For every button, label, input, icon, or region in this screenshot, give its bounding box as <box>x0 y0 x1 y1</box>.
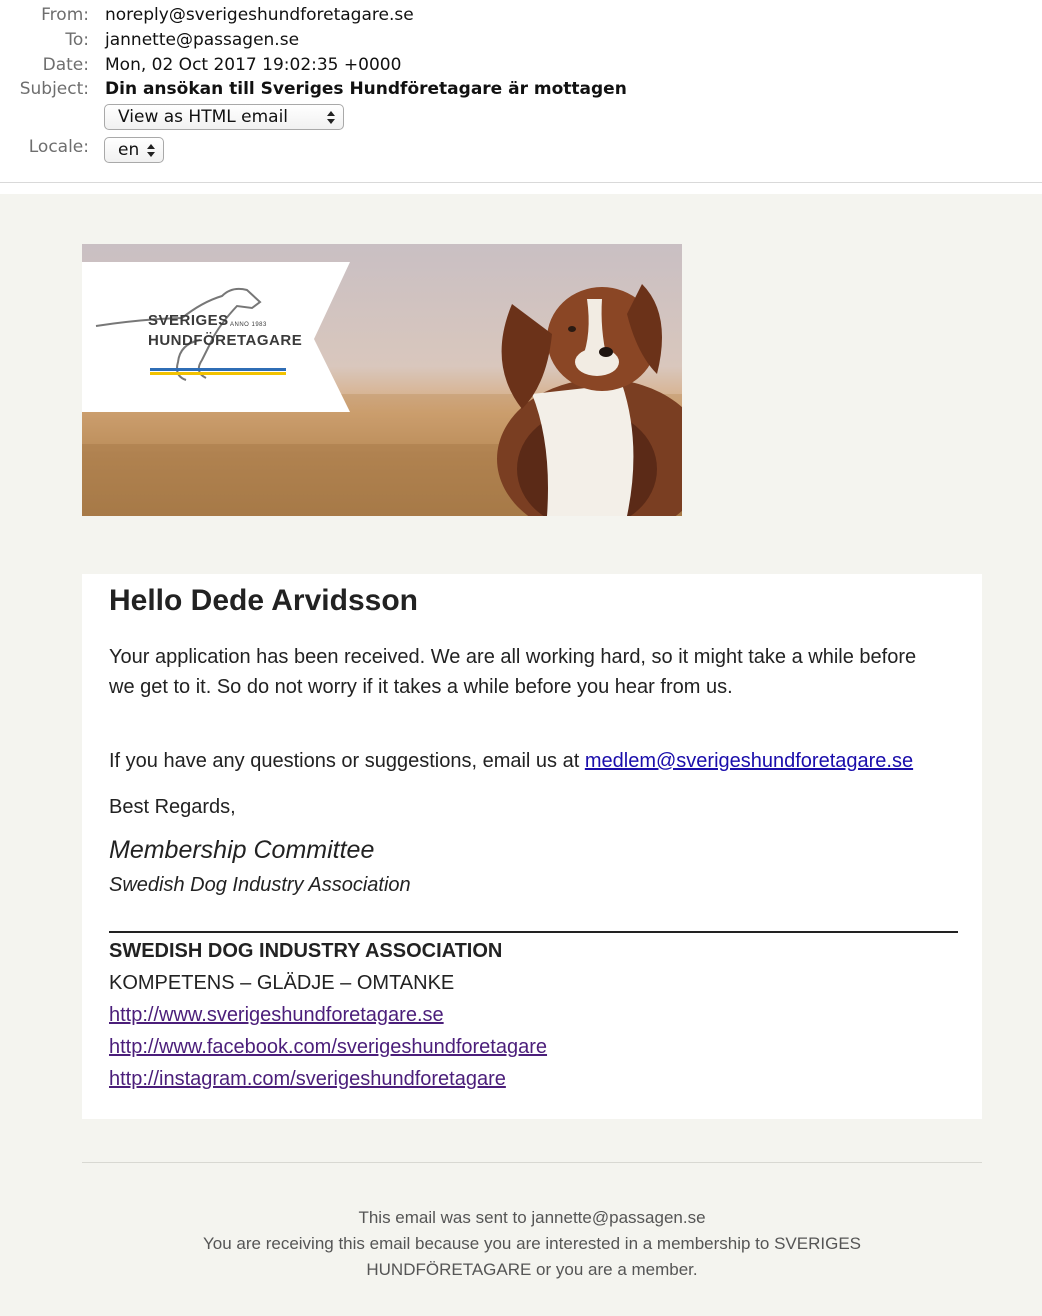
greeting-heading: Hello Dede Arvidsson <box>109 584 418 617</box>
logo-anno: ANNO 1983 <box>230 322 267 328</box>
email-body-background: SVERIGES ANNO 1983 HUNDFÖRETAGARE Hello … <box>0 194 1042 1316</box>
application-received-text: Your application has been received. We a… <box>109 646 917 698</box>
view-mode-select[interactable]: View as HTML email <box>104 104 344 130</box>
signature-divider <box>109 931 958 933</box>
message-card: Hello Dede Arvidsson Your application ha… <box>82 574 982 1119</box>
locale-select[interactable]: en <box>104 137 164 163</box>
org-tagline: KOMPETENS – GLÄDJE – OMTANKE <box>109 972 455 994</box>
footer-reason: You are receiving this email because you… <box>203 1234 861 1279</box>
questions-prefix: If you have any questions or suggestions… <box>109 750 585 772</box>
date-row: Date: Mon, 02 Oct 2017 19:02:35 +0000 <box>0 55 1042 79</box>
to-value: jannette@passagen.se <box>105 30 300 50</box>
org-title: SWEDISH DOG INDUSTRY ASSOCIATION <box>109 940 503 962</box>
select-arrows-icon <box>147 141 155 159</box>
website-link[interactable]: http://www.sverigeshundforetagare.se <box>109 1004 444 1027</box>
signature-name: Membership Committee <box>109 836 375 864</box>
email-headers: From: noreply@sverigeshundforetagare.se … <box>0 0 1042 183</box>
date-label: Date: <box>42 55 89 75</box>
questions-text: If you have any questions or suggestions… <box>109 746 929 776</box>
select-arrows-icon <box>327 108 335 126</box>
signature-org: Swedish Dog Industry Association <box>109 874 411 896</box>
view-mode-value: View as HTML email <box>118 107 289 127</box>
contact-email-link[interactable]: medlem@sverigeshundforetagare.se <box>585 750 913 772</box>
footer-sent-to: This email was sent to jannette@passagen… <box>358 1208 706 1227</box>
to-row: To: jannette@passagen.se <box>0 30 1042 54</box>
locale-value: en <box>118 140 140 160</box>
subject-row: Subject: Din ansökan till Sveriges Hundf… <box>0 79 1042 103</box>
regards-text: Best Regards, <box>109 796 236 818</box>
logo-text-line1: SVERIGES <box>148 312 229 329</box>
from-label: From: <box>41 5 89 25</box>
facebook-link[interactable]: http://www.facebook.com/sverigeshundfore… <box>109 1036 547 1059</box>
logo-text-line2: HUNDFÖRETAGARE <box>148 332 303 349</box>
to-label: To: <box>65 30 89 50</box>
footer-divider <box>82 1162 982 1163</box>
locale-label: Locale: <box>28 137 89 157</box>
email-footer: This email was sent to jannette@passagen… <box>150 1205 914 1283</box>
from-value: noreply@sverigeshundforetagare.se <box>105 5 414 25</box>
from-row: From: noreply@sverigeshundforetagare.se <box>0 5 1042 29</box>
hero-banner: SVERIGES ANNO 1983 HUNDFÖRETAGARE <box>82 244 682 516</box>
date-value: Mon, 02 Oct 2017 19:02:35 +0000 <box>105 55 402 75</box>
subject-value: Din ansökan till Sveriges Hundföretagare… <box>105 79 627 99</box>
instagram-link[interactable]: http://instagram.com/sverigeshundforetag… <box>109 1068 506 1091</box>
dog-photo <box>82 262 682 516</box>
subject-label: Subject: <box>19 79 89 99</box>
